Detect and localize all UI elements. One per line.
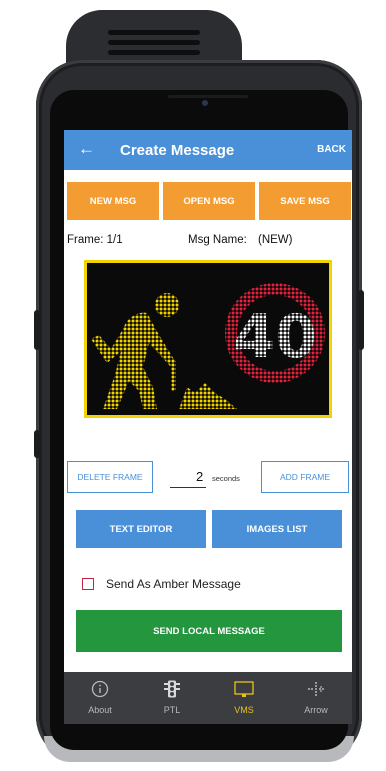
phone-side-button	[34, 310, 40, 350]
vms-screen-icon	[234, 681, 254, 697]
nav-item-vms[interactable]: VMS	[208, 672, 280, 724]
nav-label-vms: VMS	[234, 705, 254, 715]
msg-name-label: Msg Name:	[188, 234, 247, 246]
open-msg-button[interactable]: OPEN MSG	[163, 182, 255, 220]
sign-display: 40	[87, 263, 329, 415]
nav-item-arrow[interactable]: Arrow	[280, 672, 352, 724]
bottom-nav: About PTL VMS Arrow	[64, 672, 352, 724]
frame-duration-input[interactable]: 2	[196, 469, 203, 484]
frame-indicator: Frame: 1/1	[67, 234, 123, 246]
text-editor-button[interactable]: TEXT EDITOR	[76, 510, 206, 548]
traffic-light-icon	[164, 680, 180, 698]
arrow-board-icon	[308, 682, 324, 696]
new-msg-button[interactable]: NEW MSG	[67, 182, 159, 220]
images-list-button[interactable]: IMAGES LIST	[212, 510, 342, 548]
info-icon	[91, 680, 109, 698]
phone-side-button	[34, 430, 40, 458]
speaker-grille	[108, 50, 200, 55]
speaker-grille	[108, 40, 200, 45]
save-msg-button[interactable]: SAVE MSG	[259, 182, 351, 220]
phone-side-button	[358, 290, 364, 350]
add-frame-button[interactable]: ADD FRAME	[261, 461, 349, 493]
speed-limit-value: 40	[233, 302, 317, 372]
duration-unit-label: seconds	[212, 474, 240, 483]
nav-label-arrow: Arrow	[304, 705, 328, 715]
sign-led-matrix: 40	[91, 283, 325, 409]
earpiece	[168, 95, 248, 98]
send-local-message-button[interactable]: SEND LOCAL MESSAGE	[76, 610, 342, 652]
app-screen: ← Create Message BACK NEW MSG OPEN MSG S…	[64, 130, 352, 672]
vms-sign-preview[interactable]: 40	[84, 260, 332, 418]
back-button[interactable]: BACK	[317, 144, 346, 155]
amber-message-checkbox[interactable]	[82, 578, 94, 590]
nav-label-ptl: PTL	[163, 705, 181, 715]
speaker-grille	[108, 30, 200, 35]
nav-item-ptl[interactable]: PTL	[136, 672, 208, 724]
speed-limit-sign: 40	[225, 283, 325, 383]
roadworks-man-icon	[91, 293, 237, 409]
front-camera	[202, 100, 208, 106]
msg-name-value[interactable]: (NEW)	[258, 234, 293, 246]
nav-item-about[interactable]: About	[64, 672, 136, 724]
page-title: Create Message	[120, 142, 235, 159]
amber-message-label[interactable]: Send As Amber Message	[106, 577, 241, 591]
delete-frame-button[interactable]: DELETE FRAME	[67, 461, 153, 493]
duration-underline	[170, 487, 206, 488]
app-bar: ← Create Message BACK	[64, 130, 352, 170]
back-arrow-icon[interactable]: ←	[78, 139, 95, 159]
nav-label-about: About	[88, 705, 112, 715]
